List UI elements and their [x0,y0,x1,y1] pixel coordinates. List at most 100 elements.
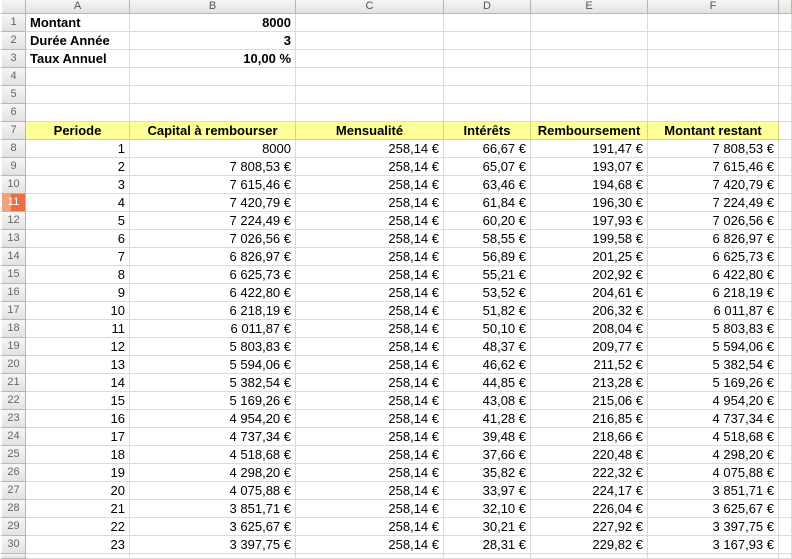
cell-A16[interactable]: 9 [26,284,130,302]
cell-A29[interactable]: 22 [26,518,130,536]
row-header-29[interactable]: 29 [0,518,26,536]
cell-D28[interactable]: 32,10 € [444,500,531,518]
cell-F11[interactable]: 7 224,49 € [648,194,779,212]
cell-D4[interactable] [444,68,531,86]
cell-D29[interactable]: 30,21 € [444,518,531,536]
cell-E20[interactable]: 211,52 € [531,356,648,374]
row-header-26[interactable]: 26 [0,464,26,482]
cell-F5[interactable] [648,86,779,104]
cell-A24[interactable]: 17 [26,428,130,446]
column-header-D[interactable]: D [444,0,531,14]
cell-E25[interactable]: 220,48 € [531,446,648,464]
cell-E30[interactable]: 229,82 € [531,536,648,554]
cell-F23[interactable]: 4 737,34 € [648,410,779,428]
cell-F17[interactable]: 6 011,87 € [648,302,779,320]
cell-A10[interactable]: 3 [26,176,130,194]
cell-G5[interactable] [779,86,792,104]
cell-B11[interactable]: 7 420,79 € [130,194,296,212]
cell-A1[interactable]: Montant [26,14,130,32]
cell-A27[interactable]: 20 [26,482,130,500]
cell-A3[interactable]: Taux Annuel [26,50,130,68]
cell-B5[interactable] [130,86,296,104]
cell-A6[interactable] [26,104,130,122]
row-header-3[interactable]: 3 [0,50,26,68]
cell-G1[interactable] [779,14,792,32]
cell-G4[interactable] [779,68,792,86]
cell-A9[interactable]: 2 [26,158,130,176]
row-header-18[interactable]: 18 [0,320,26,338]
cell-F21[interactable]: 5 169,26 € [648,374,779,392]
cell-F28[interactable]: 3 625,67 € [648,500,779,518]
cell-D14[interactable]: 56,89 € [444,248,531,266]
cell-C7[interactable]: Mensualité [296,122,444,140]
cell-F26[interactable]: 4 075,88 € [648,464,779,482]
cell-C5[interactable] [296,86,444,104]
cell-E12[interactable]: 197,93 € [531,212,648,230]
row-header-9[interactable]: 9 [0,158,26,176]
cell-F15[interactable]: 6 422,80 € [648,266,779,284]
cell-C17[interactable]: 258,14 € [296,302,444,320]
cell-C21[interactable]: 258,14 € [296,374,444,392]
row-header-22[interactable]: 22 [0,392,26,410]
cell-B2[interactable]: 3 [130,32,296,50]
row-header-11[interactable]: 11 [0,194,26,212]
row-header-17[interactable]: 17 [0,302,26,320]
cell-B20[interactable]: 5 594,06 € [130,356,296,374]
cell-C13[interactable]: 258,14 € [296,230,444,248]
cell-F20[interactable]: 5 382,54 € [648,356,779,374]
cell-D5[interactable] [444,86,531,104]
cell-A12[interactable]: 5 [26,212,130,230]
cell-E5[interactable] [531,86,648,104]
cell-D12[interactable]: 60,20 € [444,212,531,230]
cell-F19[interactable]: 5 594,06 € [648,338,779,356]
cell-G9[interactable] [779,158,792,176]
row-header-20[interactable]: 20 [0,356,26,374]
cell-B16[interactable]: 6 422,80 € [130,284,296,302]
cell-G11[interactable] [779,194,792,212]
row-header-15[interactable]: 15 [0,266,26,284]
cell-G18[interactable] [779,320,792,338]
cell-C28[interactable]: 258,14 € [296,500,444,518]
cell-C4[interactable] [296,68,444,86]
cell-D8[interactable]: 66,67 € [444,140,531,158]
cell-F1[interactable] [648,14,779,32]
cell-E10[interactable]: 194,68 € [531,176,648,194]
row-header-5[interactable]: 5 [0,86,26,104]
cell-E28[interactable]: 226,04 € [531,500,648,518]
cell-B13[interactable]: 7 026,56 € [130,230,296,248]
cell-D26[interactable]: 35,82 € [444,464,531,482]
cell-C22[interactable]: 258,14 € [296,392,444,410]
cell-E11[interactable]: 196,30 € [531,194,648,212]
cell-B28[interactable]: 3 851,71 € [130,500,296,518]
row-header-16[interactable]: 16 [0,284,26,302]
cell-A13[interactable]: 6 [26,230,130,248]
row-header-19[interactable]: 19 [0,338,26,356]
cell-D18[interactable]: 50,10 € [444,320,531,338]
cell-C19[interactable]: 258,14 € [296,338,444,356]
cell-D30[interactable]: 28,31 € [444,536,531,554]
cell-E17[interactable]: 206,32 € [531,302,648,320]
cell-A5[interactable] [26,86,130,104]
cell-C9[interactable]: 258,14 € [296,158,444,176]
row-header-10[interactable]: 10 [0,176,26,194]
cell-F27[interactable]: 3 851,71 € [648,482,779,500]
cell-D23[interactable]: 41,28 € [444,410,531,428]
cell-D22[interactable]: 43,08 € [444,392,531,410]
cell-B9[interactable]: 7 808,53 € [130,158,296,176]
cell-A11[interactable]: 4 [26,194,130,212]
cell-G14[interactable] [779,248,792,266]
cell-C8[interactable]: 258,14 € [296,140,444,158]
cell-A23[interactable]: 16 [26,410,130,428]
cell-B26[interactable]: 4 298,20 € [130,464,296,482]
cell-G26[interactable] [779,464,792,482]
cell-D16[interactable]: 53,52 € [444,284,531,302]
cell-D25[interactable]: 37,66 € [444,446,531,464]
cell-B10[interactable]: 7 615,46 € [130,176,296,194]
row-header-25[interactable]: 25 [0,446,26,464]
cell-F9[interactable]: 7 615,46 € [648,158,779,176]
row-header-13[interactable]: 13 [0,230,26,248]
cell-D11[interactable]: 61,84 € [444,194,531,212]
cell-C18[interactable]: 258,14 € [296,320,444,338]
cell-E8[interactable]: 191,47 € [531,140,648,158]
cell-E24[interactable]: 218,66 € [531,428,648,446]
